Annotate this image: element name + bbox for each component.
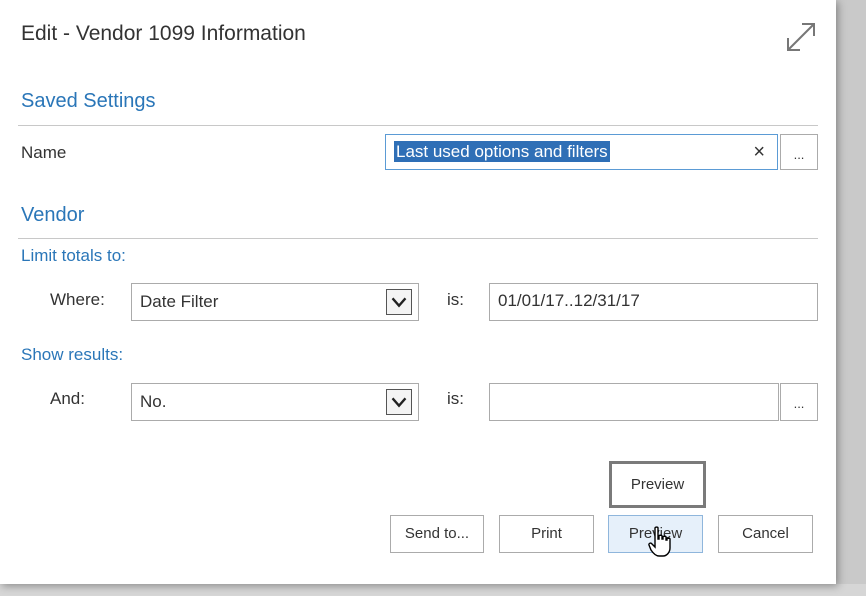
name-input-value: Last used options and filters: [394, 141, 610, 162]
chevron-down-icon[interactable]: [386, 389, 412, 415]
preview-tooltip: Preview: [609, 461, 706, 508]
and-value-input[interactable]: [489, 383, 779, 421]
is-label: is:: [447, 290, 464, 309]
background-app-panel: [836, 0, 866, 596]
section-divider: [18, 238, 818, 239]
name-lookup-button[interactable]: ...: [780, 134, 818, 170]
clear-icon[interactable]: ×: [753, 135, 765, 169]
name-input[interactable]: Last used options and filters ×: [385, 134, 778, 170]
name-label: Name: [21, 143, 67, 162]
cancel-button[interactable]: Cancel: [718, 515, 813, 553]
and-value-lookup-button[interactable]: ...: [780, 383, 818, 421]
show-results-label: Show results:: [21, 345, 124, 364]
dialog-title: Edit - Vendor 1099 Information: [21, 22, 306, 45]
hand-pointer-icon: [648, 526, 671, 557]
print-button[interactable]: Print: [499, 515, 594, 553]
limit-totals-label: Limit totals to:: [21, 246, 126, 265]
expand-icon[interactable]: [784, 20, 818, 54]
and-field-value: No.: [140, 392, 167, 411]
where-value-input[interactable]: 01/01/17..12/31/17: [489, 283, 818, 321]
section-divider: [18, 125, 818, 126]
saved-settings-heading: Saved Settings: [21, 90, 156, 112]
where-label: Where:: [50, 290, 105, 309]
and-field-select[interactable]: No.: [131, 383, 419, 421]
background-app-strip: [0, 584, 866, 596]
where-field-select[interactable]: Date Filter: [131, 283, 419, 321]
where-field-value: Date Filter: [140, 292, 219, 311]
chevron-down-icon[interactable]: [386, 289, 412, 315]
send-to-button[interactable]: Send to...: [390, 515, 484, 553]
and-label: And:: [50, 389, 85, 408]
vendor-heading: Vendor: [21, 204, 85, 226]
vendor-1099-dialog: Edit - Vendor 1099 Information Saved Set…: [0, 0, 836, 584]
and-is-label: is:: [447, 389, 464, 408]
